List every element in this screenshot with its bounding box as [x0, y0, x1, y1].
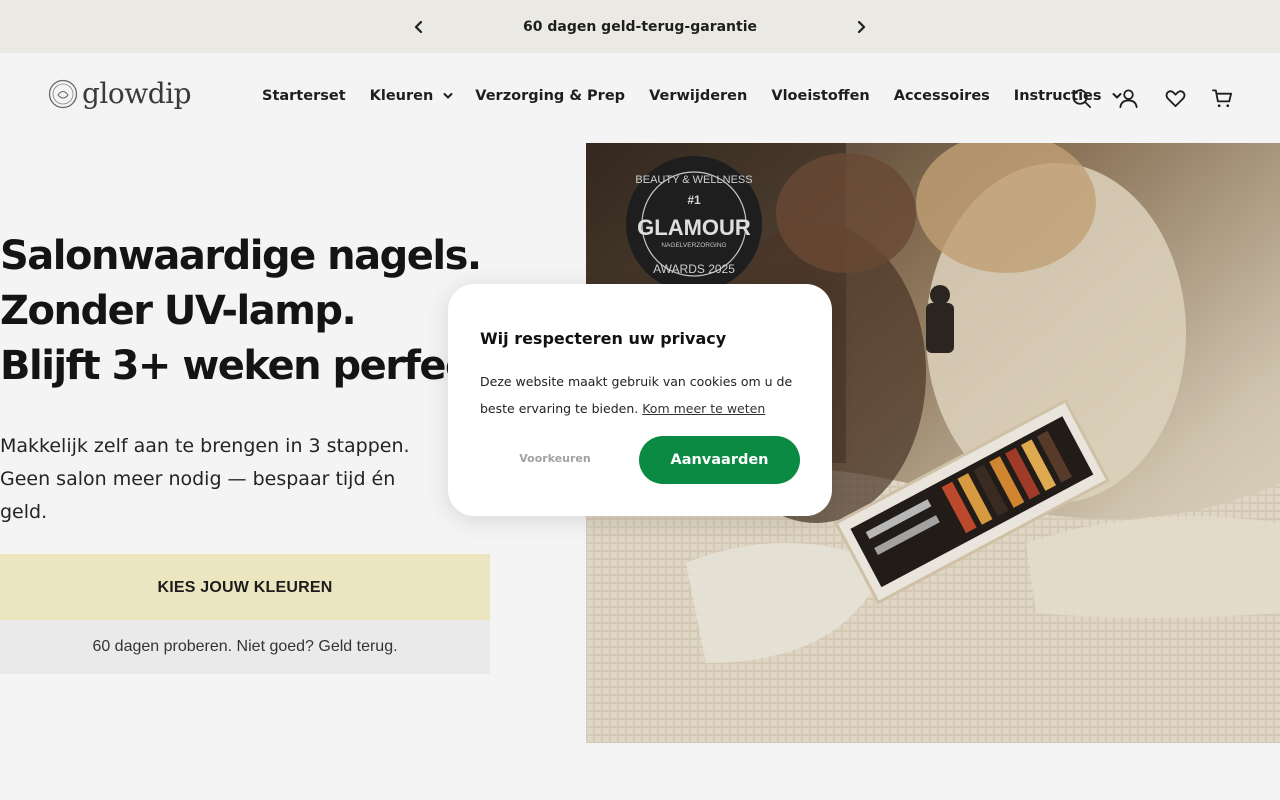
- learn-more-link[interactable]: Kom meer te weten: [642, 401, 765, 416]
- cookie-consent-modal: Wij respecteren uw privacy Deze website …: [448, 284, 832, 516]
- cookie-modal-title: Wij respecteren uw privacy: [480, 329, 727, 348]
- accept-button[interactable]: Aanvaarden: [639, 436, 800, 484]
- preferences-button[interactable]: Voorkeuren: [510, 452, 600, 465]
- cookie-modal-body: Deze website maakt gebruik van cookies o…: [480, 368, 810, 422]
